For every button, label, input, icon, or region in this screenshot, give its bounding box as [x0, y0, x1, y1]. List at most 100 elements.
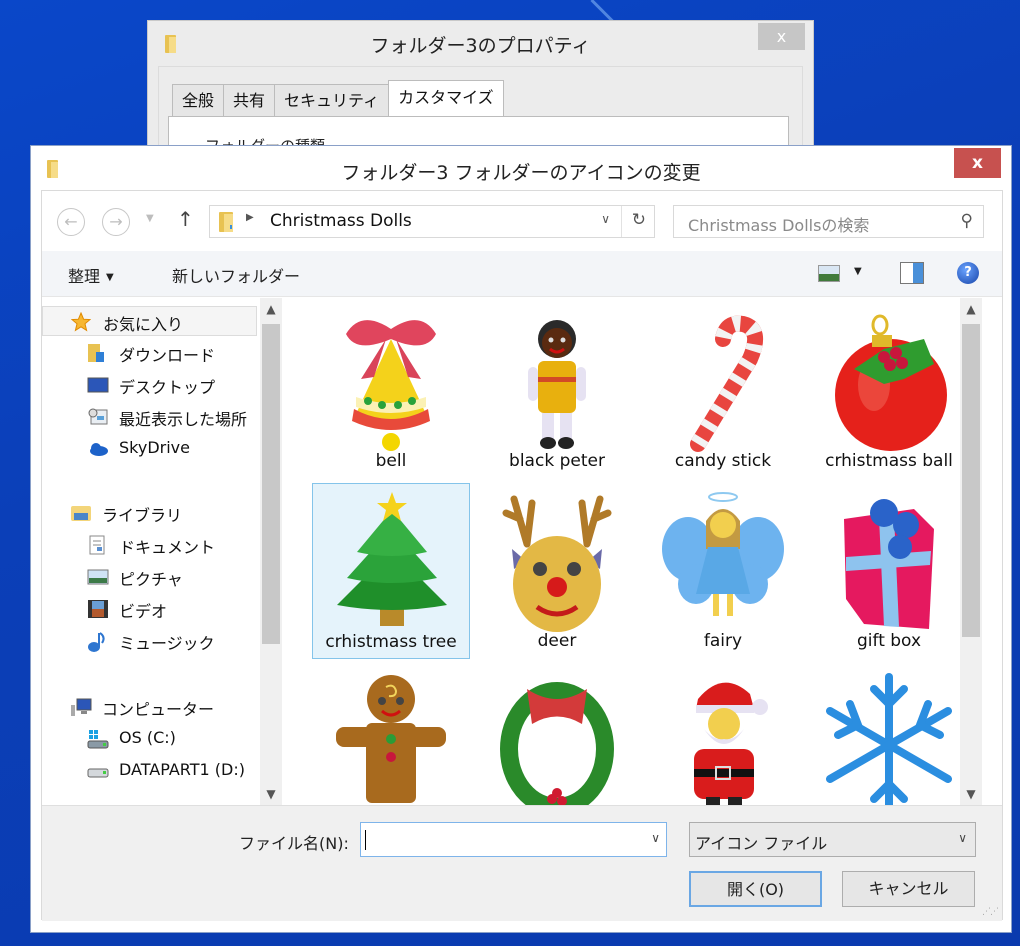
file-item-fairy[interactable]: fairy	[644, 483, 802, 659]
change-view-icon[interactable]	[818, 265, 840, 282]
sidebar-item-os-drive[interactable]: OS (C:)	[42, 724, 257, 754]
sidebar-item-libraries[interactable]: ライブラリ	[42, 498, 257, 528]
scroll-up-icon[interactable]: ▲	[960, 302, 982, 316]
file-item-christmas-ball[interactable]: crhistmass ball	[810, 303, 968, 479]
recent-locations-dropdown-icon[interactable]: ▼	[146, 213, 154, 224]
tab-sharing[interactable]: 共有	[223, 84, 276, 116]
video-icon	[87, 599, 108, 618]
back-arrow-icon: ←	[64, 212, 78, 231]
filetype-select[interactable]: アイコン ファイル ∨	[689, 822, 976, 857]
sidebar-item-label: DATAPART1 (D:)	[119, 760, 245, 779]
file-item-deer[interactable]: deer	[478, 483, 636, 659]
sidebar-item-downloads[interactable]: ダウンロード	[42, 338, 257, 368]
new-folder-button[interactable]: 新しいフォルダー	[172, 263, 300, 287]
properties-close-button[interactable]: x	[758, 23, 805, 50]
scroll-down-icon[interactable]: ▼	[260, 787, 282, 801]
file-list: bell black peter candy stick crhistmass …	[290, 298, 982, 805]
properties-title: フォルダー3のプロパティ	[370, 35, 591, 57]
navigation-pane: お気に入り ダウンロード デスクトップ 最近表示した場所 SkyDrive ライ…	[42, 298, 282, 805]
search-input[interactable]: Christmass Dollsの検索 ⚲	[673, 205, 984, 238]
file-item-label: black peter	[509, 451, 605, 471]
sidebar-item-desktop[interactable]: デスクトップ	[42, 370, 257, 400]
change-icon-dialog: フォルダー3 フォルダーのアイコンの変更 x ← → ▼ ↑ ▶ Christm…	[30, 145, 1012, 933]
sidebar-item-skydrive[interactable]: SkyDrive	[42, 434, 257, 464]
tab-security[interactable]: セキュリティ	[274, 84, 390, 116]
sidebar-item-label: ドキュメント	[119, 538, 216, 557]
forward-button[interactable]: →	[102, 208, 130, 236]
back-button[interactable]: ←	[57, 208, 85, 236]
help-icon[interactable]: ?	[957, 262, 979, 284]
reindeer-icon	[502, 495, 612, 632]
sidebar-item-data-drive[interactable]: DATAPART1 (D:)	[42, 756, 257, 786]
sidebar-item-documents[interactable]: ドキュメント	[42, 530, 257, 560]
navigation-pane-scrollbar[interactable]: ▲ ▼	[260, 298, 282, 805]
file-item-santa[interactable]	[644, 663, 802, 805]
refresh-icon[interactable]: ↻	[632, 210, 646, 230]
file-item-label: bell	[375, 451, 407, 471]
os-drive-icon	[87, 729, 109, 749]
file-item-candy-stick[interactable]: candy stick	[644, 303, 802, 479]
sidebar-item-label: コンピューター	[102, 700, 215, 719]
drive-icon	[87, 761, 109, 779]
organize-label: 整理	[68, 267, 101, 286]
desktop-icon	[87, 375, 109, 393]
file-item-black-peter[interactable]: black peter	[478, 303, 636, 479]
document-icon	[87, 535, 107, 555]
dialog-close-button[interactable]: x	[954, 148, 1001, 178]
up-folder-button[interactable]: ↑	[177, 207, 194, 231]
file-item-bell[interactable]: bell	[312, 303, 470, 479]
sidebar-item-label: デスクトップ	[119, 378, 216, 397]
sidebar-item-videos[interactable]: ビデオ	[42, 594, 257, 624]
breadcrumb-current[interactable]: Christmass Dolls	[270, 211, 412, 231]
view-options-dropdown-icon[interactable]: ▼	[854, 266, 862, 277]
filename-history-dropdown-icon[interactable]: ∨	[651, 831, 660, 845]
sidebar-item-recent-places[interactable]: 最近表示した場所	[42, 402, 257, 432]
gingerbread-man-icon	[336, 675, 446, 803]
file-item-snowflake[interactable]	[810, 663, 968, 805]
ornament-ball-icon	[835, 314, 947, 451]
santa-icon	[694, 682, 768, 805]
search-icon[interactable]: ⚲	[961, 211, 973, 231]
scroll-up-icon[interactable]: ▲	[260, 302, 282, 316]
filetype-value: アイコン ファイル	[695, 834, 828, 853]
file-item-label: candy stick	[674, 451, 772, 471]
tab-general[interactable]: 全般	[172, 84, 225, 116]
scroll-down-icon[interactable]: ▼	[960, 787, 982, 801]
cancel-button[interactable]: キャンセル	[842, 871, 975, 907]
command-toolbar: 整理 ▼ 新しいフォルダー ▼ ?	[42, 251, 1002, 297]
recent-places-icon	[87, 407, 108, 425]
properties-tabs: 全般 共有 セキュリティ カスタマイズ	[172, 80, 504, 116]
star-icon	[70, 311, 92, 332]
scrollbar-thumb[interactable]	[962, 324, 980, 637]
address-divider	[621, 206, 622, 237]
candy-cane-icon	[690, 315, 764, 452]
address-bar[interactable]: ▶ Christmass Dolls ∨ ↻	[209, 205, 655, 238]
gift-box-icon	[844, 499, 934, 629]
file-list-scrollbar[interactable]: ▲ ▼	[960, 298, 982, 805]
downloads-folder-icon	[87, 343, 107, 362]
scrollbar-thumb[interactable]	[262, 324, 280, 644]
forward-arrow-icon: →	[109, 212, 123, 231]
file-item-christmas-tree[interactable]: crhistmass tree	[312, 483, 470, 659]
music-icon	[87, 631, 107, 652]
sidebar-item-music[interactable]: ミュージック	[42, 626, 257, 656]
organize-menu[interactable]: 整理 ▼	[68, 263, 114, 287]
sidebar-item-label: ミュージック	[119, 634, 215, 653]
file-item-wreath[interactable]	[478, 663, 636, 805]
address-history-dropdown-icon[interactable]: ∨	[601, 212, 610, 226]
file-item-gingerbread-man[interactable]	[312, 663, 470, 805]
snowflake-icon	[826, 673, 952, 805]
open-button[interactable]: 開く(O)	[689, 871, 822, 907]
file-item-label: deer	[537, 631, 577, 651]
preview-pane-icon[interactable]	[900, 262, 924, 284]
file-item-gift-box[interactable]: gift box	[810, 483, 968, 659]
dialog-footer: ファイル名(N): ∨ アイコン ファイル ∨ 開く(O) キャンセル ⋰⋰	[42, 805, 1002, 921]
sidebar-item-label: OS (C:)	[119, 728, 176, 747]
tab-customize[interactable]: カスタマイズ	[388, 80, 504, 116]
sidebar-item-computer[interactable]: コンピューター	[42, 692, 257, 722]
sidebar-item-pictures[interactable]: ピクチャ	[42, 562, 257, 592]
resize-grip-icon[interactable]: ⋰⋰	[982, 907, 999, 917]
sidebar-item-favorites[interactable]: お気に入り	[42, 306, 257, 336]
filename-input[interactable]: ∨	[360, 822, 667, 857]
filename-label: ファイル名(N):	[239, 834, 349, 853]
